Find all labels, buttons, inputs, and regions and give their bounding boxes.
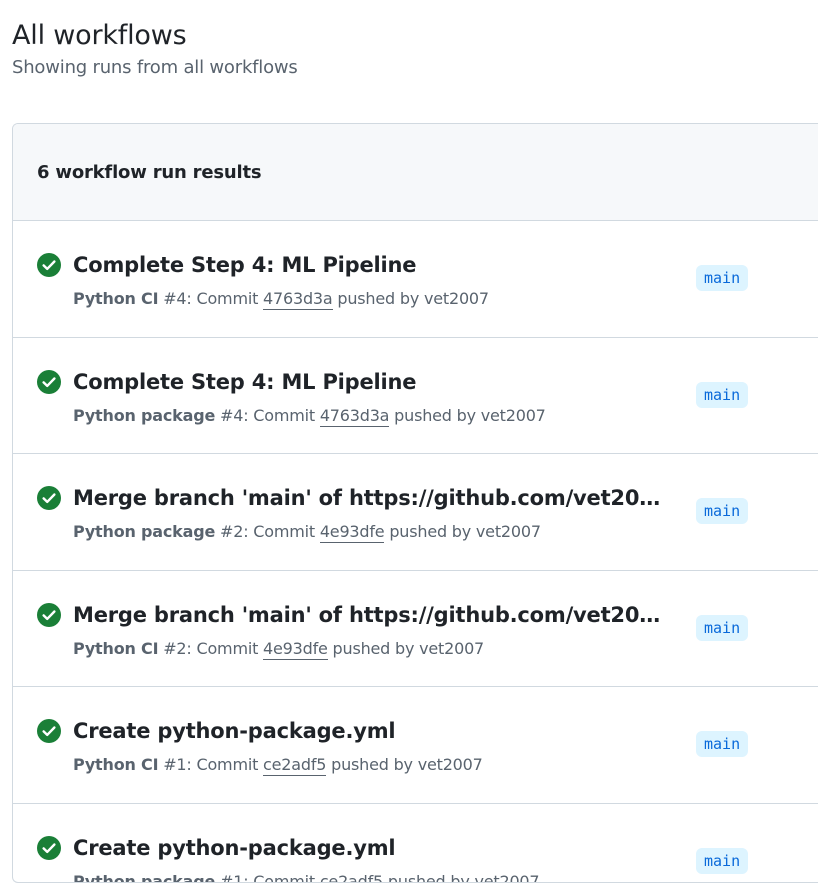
branch-badge[interactable]: main <box>696 382 748 408</box>
run-meta: Python CI #1: Commit ce2adf5 pushed by v… <box>73 754 483 776</box>
workflow-name: Python package <box>73 406 215 425</box>
workflow-name: Python package <box>73 522 215 541</box>
workflow-name: Python CI <box>73 639 158 658</box>
commit-prefix: : Commit <box>243 872 320 883</box>
run-title-link[interactable]: Complete Step 4: ML Pipeline <box>73 251 663 279</box>
run-title-link[interactable]: Merge branch 'main' of https://github.co… <box>73 601 663 629</box>
commit-prefix: : Commit <box>186 639 263 658</box>
commit-prefix: : Commit <box>186 289 263 308</box>
branch-badge[interactable]: main <box>696 848 748 874</box>
workflow-run-row[interactable]: Create python-package.yml Python package… <box>13 804 818 883</box>
workflow-run-row[interactable]: Merge branch 'main' of https://github.co… <box>13 454 818 571</box>
check-circle-fill-icon <box>37 370 61 394</box>
commit-sha-link[interactable]: 4763d3a <box>263 289 332 310</box>
run-title-link[interactable]: Complete Step 4: ML Pipeline <box>73 368 663 396</box>
run-number: #2 <box>158 639 186 658</box>
check-circle-fill-icon <box>37 253 61 277</box>
run-meta: Python package #2: Commit 4e93dfe pushed… <box>73 521 541 543</box>
check-circle-fill-icon <box>37 486 61 510</box>
workflow-run-row[interactable]: Create python-package.yml Python CI #1: … <box>13 687 818 804</box>
results-header: 6 workflow run results <box>13 124 818 221</box>
commit-sha-link[interactable]: 4e93dfe <box>320 522 385 543</box>
pushed-by: pushed by vet2007 <box>384 522 540 541</box>
commit-prefix: : Commit <box>243 406 320 425</box>
workflow-name: Python package <box>73 872 215 883</box>
check-circle-fill-icon <box>37 719 61 743</box>
results-count: 6 workflow run results <box>37 162 261 183</box>
workflow-run-row[interactable]: Complete Step 4: ML Pipeline Python CI #… <box>13 221 818 338</box>
run-number: #4 <box>158 289 186 308</box>
run-meta: Python CI #4: Commit 4763d3a pushed by v… <box>73 288 489 310</box>
commit-sha-link[interactable]: ce2adf5 <box>263 755 326 776</box>
run-title-link[interactable]: Create python-package.yml <box>73 717 663 745</box>
workflow-runs-list: 6 workflow run results Complete Step 4: … <box>12 123 818 883</box>
commit-sha-link[interactable]: 4763d3a <box>320 406 389 427</box>
commit-prefix: : Commit <box>186 755 263 774</box>
branch-badge[interactable]: main <box>696 498 748 524</box>
page-subtitle: Showing runs from all workflows <box>12 56 818 80</box>
commit-prefix: : Commit <box>243 522 320 541</box>
run-meta: Python CI #2: Commit 4e93dfe pushed by v… <box>73 638 484 660</box>
commit-sha-link[interactable]: 4e93dfe <box>263 639 328 660</box>
branch-badge[interactable]: main <box>696 265 748 291</box>
page-header: All workflows Showing runs from all work… <box>12 18 818 80</box>
check-circle-fill-icon <box>37 603 61 627</box>
workflow-run-row[interactable]: Merge branch 'main' of https://github.co… <box>13 571 818 688</box>
pushed-by: pushed by vet2007 <box>326 755 482 774</box>
workflow-name: Python CI <box>73 755 158 774</box>
run-meta: Python package #4: Commit 4763d3a pushed… <box>73 405 546 427</box>
pushed-by: pushed by vet2007 <box>383 872 539 883</box>
check-circle-fill-icon <box>37 836 61 860</box>
run-title-link[interactable]: Create python-package.yml <box>73 834 663 862</box>
branch-badge[interactable]: main <box>696 731 748 757</box>
run-number: #1 <box>158 755 186 774</box>
commit-sha-link[interactable]: ce2adf5 <box>320 872 383 883</box>
pushed-by: pushed by vet2007 <box>333 289 489 308</box>
workflow-run-row[interactable]: Complete Step 4: ML Pipeline Python pack… <box>13 338 818 455</box>
workflow-name: Python CI <box>73 289 158 308</box>
run-number: #1 <box>215 872 243 883</box>
run-meta: Python package #1: Commit ce2adf5 pushed… <box>73 871 539 883</box>
branch-badge[interactable]: main <box>696 615 748 641</box>
pushed-by: pushed by vet2007 <box>389 406 545 425</box>
run-number: #2 <box>215 522 243 541</box>
pushed-by: pushed by vet2007 <box>328 639 484 658</box>
run-title-link[interactable]: Merge branch 'main' of https://github.co… <box>73 484 663 512</box>
page-title: All workflows <box>12 18 818 54</box>
run-number: #4 <box>215 406 243 425</box>
